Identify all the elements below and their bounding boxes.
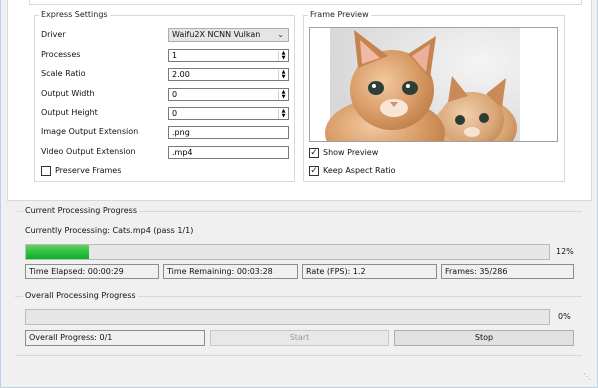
keep-aspect-label[interactable]: Keep Aspect Ratio (323, 165, 396, 177)
processes-value: 1 (172, 51, 178, 60)
kitten-preview-image (325, 28, 520, 141)
spin-down-icon[interactable]: ▼ (280, 95, 287, 100)
video-ext-input[interactable]: .mp4 (168, 146, 289, 159)
spin-down-icon[interactable]: ▼ (280, 114, 287, 119)
frames-count: Frames: 35/286 (441, 264, 574, 279)
processes-input[interactable]: 1 ▲ ▼ (168, 49, 289, 62)
overall-progress-title: Overall Processing Progress (23, 290, 138, 302)
time-elapsed: Time Elapsed: 00:00:29 (25, 264, 159, 279)
output-height-spinner[interactable]: ▲ ▼ (278, 109, 287, 119)
image-ext-input[interactable]: .png (168, 126, 289, 139)
current-progress-bar (25, 244, 550, 260)
image-ext-label: Image Output Extension (41, 127, 139, 136)
frame-preview-title: Frame Preview (308, 10, 371, 20)
output-height-value: 0 (172, 109, 178, 118)
preserve-frames-checkbox[interactable] (41, 166, 51, 176)
main-window: Express Settings Driver Waifu2X NCNN Vul… (0, 0, 598, 388)
processes-label: Processes (41, 50, 81, 59)
preserve-frames-label[interactable]: Preserve Frames (55, 165, 121, 177)
current-progress-title: Current Processing Progress (23, 205, 139, 217)
video-ext-label: Video Output Extension (41, 147, 136, 156)
express-settings-title: Express Settings (39, 10, 110, 20)
overall-progress-text: Overall Progress: 0/1 (25, 330, 205, 346)
currently-processing-text: Currently Processing: Cats.mp4 (pass 1/1… (25, 226, 194, 235)
output-width-value: 0 (172, 90, 178, 99)
start-button[interactable]: Start (210, 330, 389, 346)
output-width-label: Output Width (41, 89, 95, 98)
stop-button[interactable]: Stop (394, 330, 574, 346)
keep-aspect-checkbox[interactable]: ✓ (309, 166, 319, 176)
overall-progress-bar (25, 309, 550, 325)
scale-ratio-spinner[interactable]: ▲ ▼ (278, 70, 287, 80)
bottom-separator (15, 355, 582, 356)
scale-ratio-value: 2.00 (172, 70, 190, 79)
time-remaining: Time Remaining: 00:03:28 (163, 264, 298, 279)
processes-spinner[interactable]: ▲ ▼ (278, 51, 287, 61)
chevron-down-icon: ⌄ (277, 30, 284, 39)
overall-progress-percent: 0% (558, 312, 571, 321)
output-height-label: Output Height (41, 108, 98, 117)
show-preview-checkbox[interactable]: ✓ (309, 148, 319, 158)
spin-down-icon[interactable]: ▼ (280, 75, 287, 80)
output-height-input[interactable]: 0 ▲ ▼ (168, 107, 289, 120)
driver-value: Waifu2X NCNN Vulkan (172, 30, 261, 39)
current-progress-percent: 12% (556, 247, 574, 256)
spin-down-icon[interactable]: ▼ (280, 56, 287, 61)
preview-image (309, 27, 558, 142)
top-strip-border (29, 0, 582, 5)
driver-label: Driver (41, 30, 66, 39)
scale-ratio-input[interactable]: 2.00 ▲ ▼ (168, 68, 289, 81)
output-width-spinner[interactable]: ▲ ▼ (278, 90, 287, 100)
rate-fps: Rate (FPS): 1.2 (302, 264, 437, 279)
resize-grip-icon[interactable]: ⋱ (583, 372, 593, 382)
driver-select[interactable]: Waifu2X NCNN Vulkan ⌄ (168, 28, 289, 42)
current-progress-fill (26, 245, 89, 259)
output-width-input[interactable]: 0 ▲ ▼ (168, 88, 289, 101)
scale-ratio-label: Scale Ratio (41, 69, 86, 78)
show-preview-label[interactable]: Show Preview (323, 147, 378, 159)
